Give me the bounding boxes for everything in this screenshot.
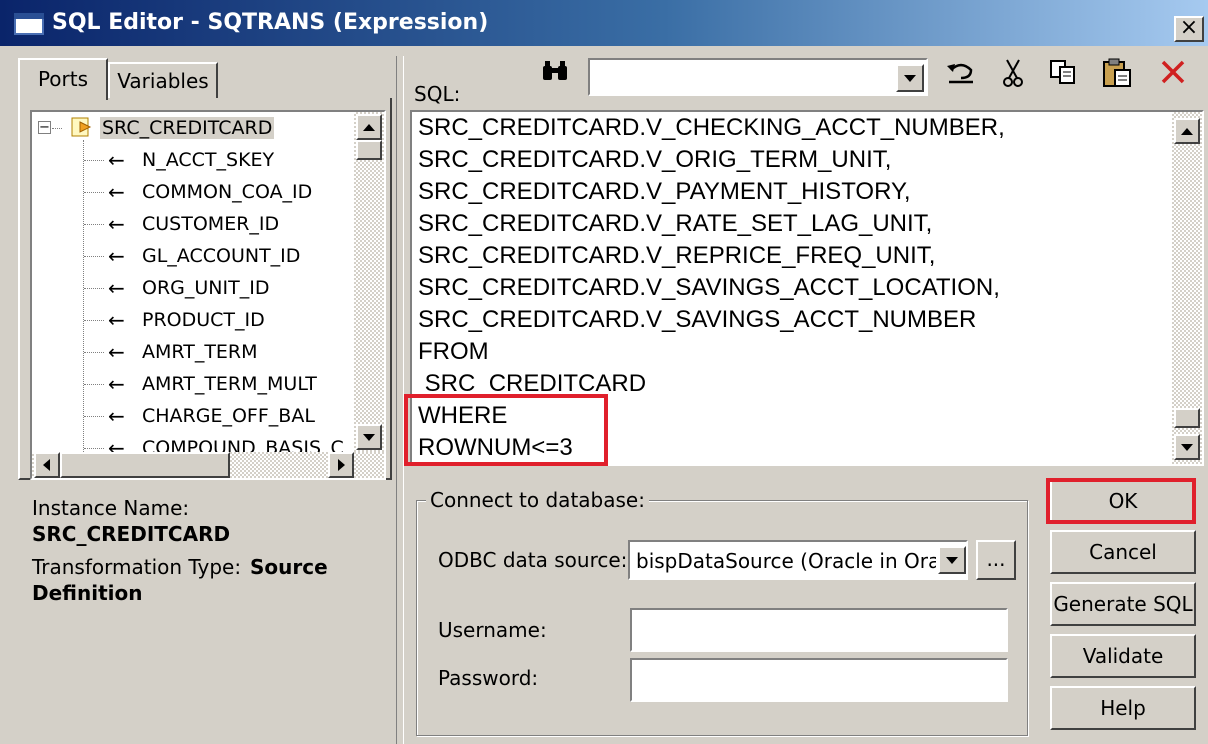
tree-root-label[interactable]: SRC_CREDITCARD <box>100 112 275 144</box>
port-arrow-icon: ← <box>108 180 125 204</box>
help-button[interactable]: Help <box>1050 686 1196 730</box>
transformation-type-value-cont: Definition <box>32 581 143 605</box>
tree-item[interactable]: COMMON_COA_ID <box>142 176 312 208</box>
tree-item[interactable]: ORG_UNIT_ID <box>142 272 269 304</box>
tree-connector <box>84 224 104 225</box>
copy-icon[interactable] <box>1046 58 1080 95</box>
generate-sql-button[interactable]: Generate SQL <box>1050 582 1196 626</box>
delete-icon[interactable] <box>1156 58 1190 95</box>
odbc-dropdown[interactable]: bispDataSource (Oracle in OraD <box>628 540 968 580</box>
odbc-browse-button[interactable]: ... <box>976 540 1016 580</box>
tree-item[interactable]: N_ACCT_SKEY <box>142 144 274 176</box>
cut-icon[interactable] <box>996 58 1030 97</box>
sql-line[interactable]: SRC_CREDITCARD.V_SAVINGS_ACCT_NUMBER <box>418 304 1170 336</box>
odbc-dropdown-value: bispDataSource (Oracle in OraD <box>636 549 936 573</box>
app-window-icon <box>14 13 44 35</box>
port-arrow-icon: ← <box>108 244 125 268</box>
sql-scroll-down-button[interactable] <box>1174 434 1200 460</box>
sql-line[interactable]: FROM <box>418 336 1170 368</box>
find-input[interactable] <box>590 60 894 94</box>
find-dropdown-button[interactable] <box>896 64 924 92</box>
port-arrow-icon: ← <box>108 372 125 396</box>
tree-item[interactable]: AMRT_TERM <box>142 336 258 368</box>
paste-icon[interactable] <box>1100 58 1134 97</box>
sql-vertical-scrollbar[interactable] <box>1172 112 1202 464</box>
sql-line[interactable]: SRC_CREDITCARD.V_REPRICE_FREQ_UNIT, <box>418 240 1170 272</box>
odbc-dropdown-button[interactable] <box>938 546 966 574</box>
where-clause-highlight <box>404 394 608 466</box>
username-label: Username: <box>438 618 547 642</box>
scroll-left-button[interactable] <box>34 452 60 478</box>
scroll-up-button[interactable] <box>356 114 382 140</box>
scroll-thumb[interactable] <box>356 140 382 160</box>
panel-splitter[interactable] <box>396 56 404 744</box>
tree-item[interactable]: GL_ACCOUNT_ID <box>142 240 300 272</box>
ok-button-highlight <box>1046 478 1196 524</box>
port-arrow-icon: ← <box>108 340 125 364</box>
sql-line[interactable]: SRC_CREDITCARD.V_CHECKING_ACCT_NUMBER, <box>418 112 1170 144</box>
title-bar: SQL Editor - SQTRANS (Expression) × <box>0 0 1208 46</box>
tree-connector <box>84 320 104 321</box>
scroll-down-button[interactable] <box>356 424 382 450</box>
transformation-type-label: Transformation Type: <box>32 555 242 579</box>
tree-connector <box>84 416 104 417</box>
tree-item[interactable]: CUSTOMER_ID <box>142 208 279 240</box>
tree-item[interactable]: AMRT_TERM_MULT <box>142 368 317 400</box>
tree-connector <box>84 448 104 449</box>
scroll-right-button[interactable] <box>328 452 354 478</box>
port-arrow-icon: ← <box>108 436 125 452</box>
connect-group-label: Connect to database: <box>426 488 649 512</box>
tree-connector <box>84 160 104 161</box>
instance-name-value: SRC_CREDITCARD <box>32 522 231 546</box>
tab-ports[interactable]: Ports <box>18 58 108 100</box>
port-arrow-icon: ← <box>108 212 125 236</box>
tab-variables-label: Variables <box>117 69 209 93</box>
tree-connector <box>84 352 104 353</box>
transformation-type-value: Source <box>250 555 328 579</box>
password-label: Password: <box>438 666 539 690</box>
tree-vertical-scrollbar[interactable] <box>354 112 384 452</box>
username-field[interactable] <box>630 608 1008 652</box>
port-arrow-icon: ← <box>108 308 125 332</box>
tree-connector <box>84 256 104 257</box>
tab-variables[interactable]: Variables <box>108 62 218 98</box>
password-field[interactable] <box>630 658 1008 702</box>
window-title: SQL Editor - SQTRANS (Expression) <box>52 10 489 35</box>
port-arrow-icon: ← <box>108 276 125 300</box>
port-arrow-icon: ← <box>108 148 125 172</box>
find-binoculars-icon[interactable] <box>538 58 572 93</box>
sql-line[interactable]: SRC_CREDITCARD.V_ORIG_TERM_UNIT, <box>418 144 1170 176</box>
sql-scroll-thumb[interactable] <box>1174 408 1200 428</box>
tree-connector <box>84 288 104 289</box>
tree-item[interactable]: PRODUCT_ID <box>142 304 265 336</box>
port-arrow-icon: ← <box>108 404 125 428</box>
close-button[interactable]: × <box>1174 16 1204 42</box>
tree-collapse-toggle[interactable]: − <box>38 121 51 134</box>
tree-horizontal-scrollbar[interactable] <box>32 452 384 478</box>
tree-item[interactable]: COMPOUND_BASIS_C <box>142 432 344 452</box>
sql-line[interactable]: SRC_CREDITCARD.V_RATE_SET_LAG_UNIT, <box>418 208 1170 240</box>
sql-label: SQL: <box>414 82 461 106</box>
tree-item[interactable]: CHARGE_OFF_BAL <box>142 400 315 432</box>
validate-button[interactable]: Validate <box>1050 634 1196 678</box>
sql-line[interactable]: SRC_CREDITCARD.V_SAVINGS_ACCT_LOCATION, <box>418 272 1170 304</box>
cancel-button[interactable]: Cancel <box>1050 530 1196 574</box>
sql-line[interactable]: SRC_CREDITCARD.V_PAYMENT_HISTORY, <box>418 176 1170 208</box>
find-combobox[interactable] <box>588 58 928 96</box>
ports-tree[interactable]: − SRC_CREDITCARD ← N_ACCT_SKEY ← COMMON_COA… <box>30 110 386 480</box>
source-table-icon <box>70 116 96 138</box>
undo-icon[interactable] <box>944 58 978 95</box>
tree-connector <box>84 384 104 385</box>
sql-scroll-up-button[interactable] <box>1174 118 1200 144</box>
tab-ports-label: Ports <box>37 67 89 91</box>
instance-name-label: Instance Name: <box>32 496 190 520</box>
odbc-label: ODBC data source: <box>438 548 628 572</box>
tree-connector <box>84 192 104 193</box>
scroll-thumb-horizontal[interactable] <box>60 452 230 478</box>
